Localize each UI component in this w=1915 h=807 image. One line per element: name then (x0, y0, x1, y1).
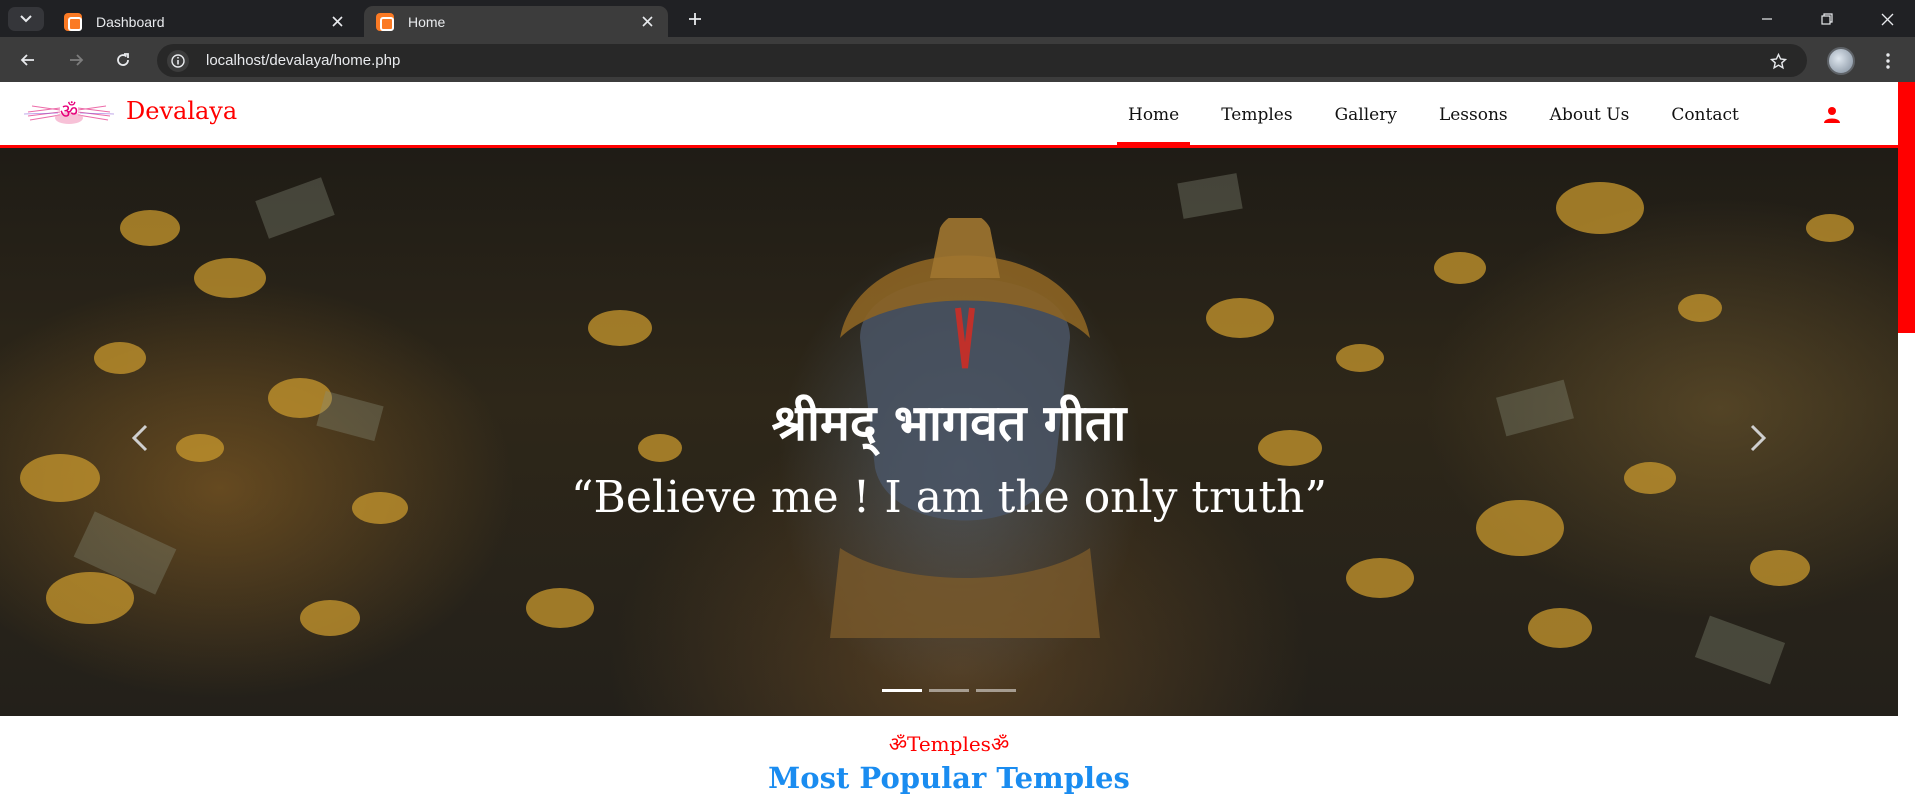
hero-carousel: श्रीमद् भागवत गीता “Believe me ! I am th… (0, 148, 1898, 716)
restore-button[interactable] (1814, 6, 1840, 32)
browser-toolbar: localhost/devalaya/home.php (0, 37, 1915, 82)
close-icon[interactable] (638, 13, 656, 31)
site-navbar: ॐ Devalaya Home Temples Gallery Lessons … (0, 82, 1898, 148)
chevron-down-icon (20, 15, 32, 23)
browser-tab-bar: Dashboard Home (0, 0, 1915, 37)
browser-tab-dashboard[interactable]: Dashboard (52, 6, 358, 37)
om-logo-icon[interactable]: ॐ (20, 94, 118, 130)
minimize-icon (1762, 18, 1772, 20)
nav-temples[interactable]: Temples (1221, 105, 1292, 125)
tab-title: Home (408, 13, 446, 30)
minimize-button[interactable] (1754, 6, 1780, 32)
tab-title: Dashboard (96, 13, 165, 30)
nav-contact[interactable]: Contact (1671, 105, 1739, 125)
back-button[interactable] (14, 46, 42, 74)
carousel-prev-button[interactable] (124, 418, 156, 458)
xampp-favicon-icon (64, 12, 82, 31)
arrow-right-icon (70, 54, 84, 66)
site-info-icon[interactable] (167, 50, 189, 72)
hero-quote: “Believe me ! I am the only truth” (570, 472, 1327, 523)
browser-tab-home[interactable]: Home (364, 6, 668, 37)
carousel-indicators (882, 689, 1016, 692)
reload-icon (117, 53, 129, 66)
reload-button[interactable] (109, 46, 137, 74)
user-icon (1824, 107, 1840, 123)
close-icon[interactable] (328, 13, 346, 31)
web-page: ॐ Devalaya Home Temples Gallery Lessons … (0, 82, 1915, 807)
carousel-indicator-1[interactable] (882, 689, 922, 692)
section-title: Most Popular Temples (768, 761, 1130, 795)
main-nav: Home Temples Gallery Lessons About Us Co… (1116, 82, 1781, 148)
scrollbar-thumb[interactable] (1898, 82, 1915, 333)
close-window-button[interactable] (1874, 6, 1900, 32)
more-vertical-icon (1886, 53, 1890, 69)
address-bar[interactable]: localhost/devalaya/home.php (157, 44, 1807, 77)
nav-about-us[interactable]: About Us (1550, 105, 1630, 125)
url-text: localhost/devalaya/home.php (206, 52, 401, 69)
close-icon (1881, 13, 1893, 25)
nav-lessons[interactable]: Lessons (1439, 105, 1508, 125)
forward-button[interactable] (62, 46, 90, 74)
chevron-right-icon (1750, 424, 1767, 452)
bookmark-star-icon[interactable] (1767, 50, 1789, 72)
carousel-next-button[interactable] (1742, 418, 1774, 458)
browser-menu-button[interactable] (1876, 47, 1900, 75)
chevron-left-icon (131, 424, 148, 452)
carousel-indicator-3[interactable] (976, 689, 1016, 692)
brand-name[interactable]: Devalaya (126, 97, 237, 125)
arrow-left-icon (20, 54, 34, 66)
hero-title: श्रीमद् भागवत गीता (771, 394, 1127, 452)
user-account-button[interactable] (1820, 103, 1844, 127)
new-tab-button[interactable] (684, 8, 706, 30)
section-tag: ॐTemplesॐ (888, 732, 1010, 756)
profile-avatar[interactable] (1827, 47, 1855, 75)
xampp-favicon-icon (376, 12, 394, 31)
restore-icon (1821, 13, 1833, 25)
tab-search-button[interactable] (8, 7, 44, 31)
plus-icon (689, 13, 701, 25)
carousel-indicator-2[interactable] (929, 689, 969, 692)
nav-gallery[interactable]: Gallery (1335, 105, 1397, 125)
svg-text:ॐ: ॐ (60, 99, 78, 123)
nav-home[interactable]: Home (1116, 105, 1191, 145)
